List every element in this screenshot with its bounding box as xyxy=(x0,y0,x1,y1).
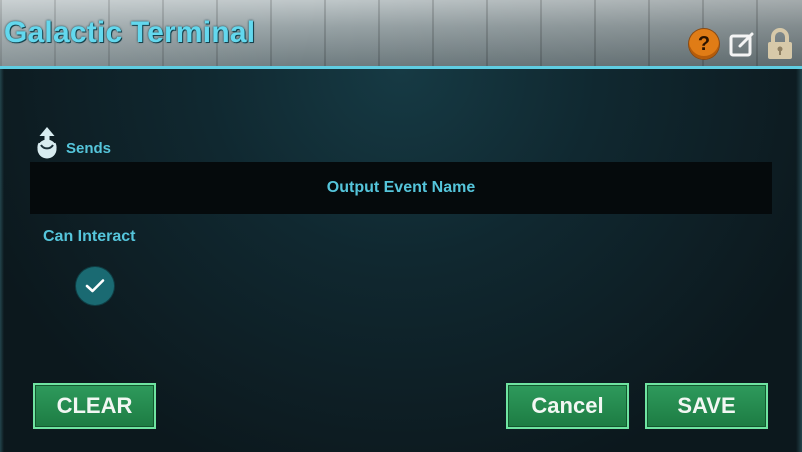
clear-button[interactable]: CLEAR xyxy=(33,383,156,429)
lock-button[interactable] xyxy=(764,28,796,60)
sends-section: Sends xyxy=(34,126,111,160)
can-interact-label: Can Interact xyxy=(43,228,136,245)
cancel-button[interactable]: Cancel xyxy=(506,383,629,429)
output-event-name-input[interactable] xyxy=(30,162,772,214)
page-title: Galactic Terminal xyxy=(4,16,256,49)
save-button[interactable]: SAVE xyxy=(645,383,768,429)
can-interact-checkbox[interactable] xyxy=(76,267,114,305)
help-icon: ? xyxy=(689,29,719,59)
edit-icon xyxy=(729,32,754,57)
help-button[interactable]: ? xyxy=(688,28,720,60)
panel-left-edge xyxy=(0,69,4,452)
header-icons: ? xyxy=(688,28,796,60)
upload-icon xyxy=(37,127,57,159)
edit-button[interactable] xyxy=(726,28,758,60)
sends-label: Sends xyxy=(66,140,112,157)
checkmark-icon xyxy=(85,279,105,293)
lock-icon xyxy=(768,28,792,59)
header-bar: Galactic Terminal ? xyxy=(0,0,802,68)
panel-right-edge xyxy=(796,69,802,452)
